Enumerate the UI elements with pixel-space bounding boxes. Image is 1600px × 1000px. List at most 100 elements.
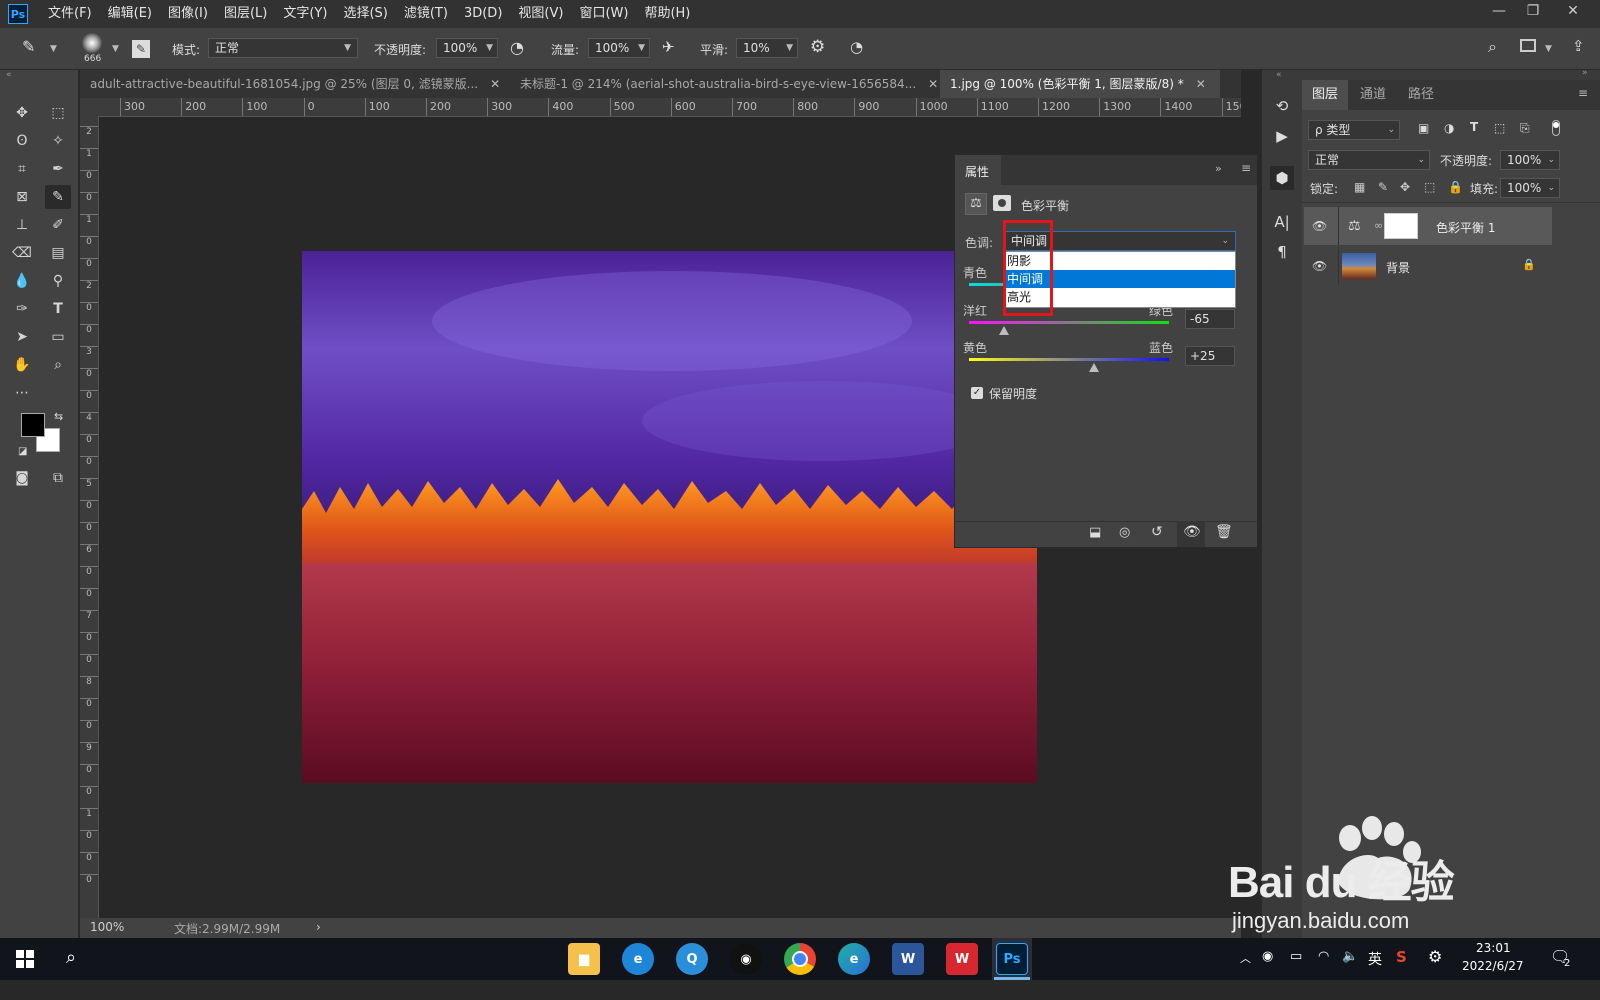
lock-position-icon[interactable]: ✥: [1400, 180, 1410, 194]
opacity-input[interactable]: 100% ▼: [436, 38, 498, 58]
layer-name[interactable]: 色彩平衡 1: [1436, 219, 1495, 236]
swap-colors-icon[interactable]: ⇆: [54, 410, 63, 423]
text-tool-icon[interactable]: T: [45, 297, 71, 321]
eraser-icon[interactable]: ⌫: [9, 241, 35, 265]
layer-row-color-balance[interactable]: 👁 ⚖ ∞ 色彩平衡 1: [1304, 207, 1552, 245]
layer-opacity-input[interactable]: 100% ⌄: [1500, 150, 1560, 170]
collapse-icon[interactable]: «: [1276, 70, 1282, 80]
flow-input[interactable]: 100% ▼: [588, 38, 650, 58]
blur-tool-icon[interactable]: 💧: [9, 269, 35, 293]
eyedropper-icon[interactable]: ✒: [45, 157, 71, 181]
eye-icon[interactable]: 👁: [1312, 259, 1327, 273]
move-tool-icon[interactable]: ✥: [9, 101, 35, 125]
menu-layer[interactable]: 图层(L): [216, 0, 275, 28]
menu-filter[interactable]: 滤镜(T): [396, 0, 456, 28]
wps-icon[interactable]: W: [946, 943, 978, 975]
menu-view[interactable]: 视图(V): [510, 0, 571, 28]
canvas-image[interactable]: [302, 251, 1037, 783]
slider-magenta-green-thumb[interactable]: [999, 326, 1009, 335]
lock-artboard-icon[interactable]: ⬚: [1424, 180, 1435, 194]
brush-tool-icon[interactable]: ✎: [22, 37, 35, 56]
reset-icon[interactable]: ↺: [1151, 524, 1163, 540]
more-tools-icon[interactable]: ⋯: [9, 381, 35, 405]
lasso-tool-icon[interactable]: ʘ: [9, 129, 35, 153]
battery-icon[interactable]: ▭: [1290, 949, 1302, 964]
path-select-icon[interactable]: ➤: [9, 325, 35, 349]
pressure-opacity-icon[interactable]: ◔: [510, 38, 524, 57]
file-explorer-icon[interactable]: ▆: [568, 943, 600, 975]
collapse-icon[interactable]: «: [6, 70, 12, 80]
filter-toggle[interactable]: [1552, 120, 1560, 136]
eye-icon[interactable]: 👁: [1312, 219, 1327, 233]
brush-tool-icon[interactable]: ✎: [45, 185, 71, 209]
ie-browser-icon[interactable]: e: [622, 943, 654, 975]
workspace-icon[interactable]: [1520, 39, 1536, 52]
smooth-input[interactable]: 10% ▼: [736, 38, 798, 58]
gear-icon[interactable]: ⚙: [810, 37, 825, 57]
qq-browser-icon[interactable]: Q: [676, 943, 708, 975]
expand-icon[interactable]: »: [1215, 162, 1222, 175]
menu-image[interactable]: 图像(I): [160, 0, 216, 28]
share-icon[interactable]: ⇪: [1572, 37, 1585, 55]
slider-yellow-blue-track[interactable]: [969, 358, 1169, 361]
pressure-size-icon[interactable]: ◔: [850, 38, 863, 56]
search-icon[interactable]: ⌕: [66, 947, 76, 968]
chevron-up-icon[interactable]: ︿: [1240, 950, 1251, 966]
slider-yellow-blue-thumb[interactable]: [1089, 363, 1099, 372]
clip-to-layer-icon[interactable]: ⬓: [1089, 525, 1101, 540]
mask-icon[interactable]: [993, 195, 1011, 211]
layer-name[interactable]: 背景: [1386, 259, 1410, 276]
chevron-down-icon[interactable]: ▼: [112, 44, 119, 54]
expand-icon[interactable]: »: [1582, 68, 1588, 78]
chrome-icon[interactable]: [784, 943, 816, 975]
paragraph-icon[interactable]: ¶: [1270, 240, 1294, 264]
layer-mask-thumbnail[interactable]: [1384, 213, 1418, 239]
link-icon[interactable]: ∞: [1374, 219, 1383, 232]
menu-help[interactable]: 帮助(H): [636, 0, 698, 28]
lock-image-icon[interactable]: ✎: [1378, 180, 1388, 194]
close-icon[interactable]: ✕: [1196, 77, 1206, 91]
eye-icon[interactable]: 👁: [1183, 524, 1201, 540]
quick-mask-icon[interactable]: ◙: [9, 466, 35, 490]
menu-type[interactable]: 文字(Y): [275, 0, 335, 28]
hand-tool-icon[interactable]: ✋: [9, 353, 35, 377]
filter-shape-icon[interactable]: ⬚: [1494, 121, 1505, 135]
panel-menu-icon[interactable]: ≡: [1241, 161, 1251, 175]
filter-smart-icon[interactable]: ⎘: [1520, 121, 1530, 136]
airbrush-icon[interactable]: ✈: [662, 38, 675, 56]
windows-start-icon[interactable]: [16, 950, 34, 968]
stamp-tool-icon[interactable]: ⊥: [9, 213, 35, 237]
tab-document-2[interactable]: 未标题-1 @ 214% (aerial-shot-australia-bird…: [510, 70, 940, 98]
foreground-color-swatch-top[interactable]: [21, 413, 45, 437]
clock-date[interactable]: 2022/6/27: [1462, 959, 1524, 973]
tray-qq-icon[interactable]: ◉: [1262, 949, 1273, 964]
ime-indicator[interactable]: 英: [1368, 949, 1382, 969]
yellow-blue-value[interactable]: +25: [1185, 346, 1235, 366]
tab-channels[interactable]: 通道: [1350, 80, 1396, 110]
layer-filter-select[interactable]: ρ 类型 ⌄: [1308, 120, 1400, 140]
filter-pixel-icon[interactable]: ▣: [1418, 121, 1429, 135]
edge-icon[interactable]: e: [838, 943, 870, 975]
zoom-tool-icon[interactable]: ⌕: [45, 353, 71, 377]
layer-thumbnail[interactable]: [1342, 253, 1376, 279]
dodge-tool-icon[interactable]: ⚲: [45, 269, 71, 293]
tab-layers[interactable]: 图层: [1302, 80, 1349, 110]
preserve-luminosity-checkbox[interactable]: ✓: [971, 387, 983, 399]
mode-select[interactable]: 正常 ▼: [208, 38, 358, 58]
3d-cube-icon[interactable]: ⬢: [1270, 166, 1294, 190]
layer-row-background[interactable]: 👁 背景 🔒: [1304, 247, 1552, 285]
history-icon[interactable]: ⟲: [1270, 94, 1294, 118]
chevron-down-icon[interactable]: ▼: [50, 44, 57, 54]
menu-window[interactable]: 窗口(W): [571, 0, 636, 28]
lock-transparent-icon[interactable]: ▦: [1354, 180, 1365, 194]
lock-all-icon[interactable]: 🔒: [1448, 180, 1463, 194]
tab-document-1[interactable]: adult-attractive-beautiful-1681054.jpg @…: [80, 70, 510, 98]
screen-mode-icon[interactable]: ⧉: [45, 466, 71, 490]
magic-wand-icon[interactable]: ✧: [45, 129, 71, 153]
menu-edit[interactable]: 编辑(E): [100, 0, 160, 28]
menu-3d[interactable]: 3D(D): [456, 0, 510, 28]
gear-icon[interactable]: ⚙: [1428, 947, 1442, 966]
volume-icon[interactable]: 🔈: [1342, 949, 1358, 964]
default-colors-icon[interactable]: ◪: [18, 446, 27, 457]
menu-file[interactable]: 文件(F): [40, 0, 100, 28]
